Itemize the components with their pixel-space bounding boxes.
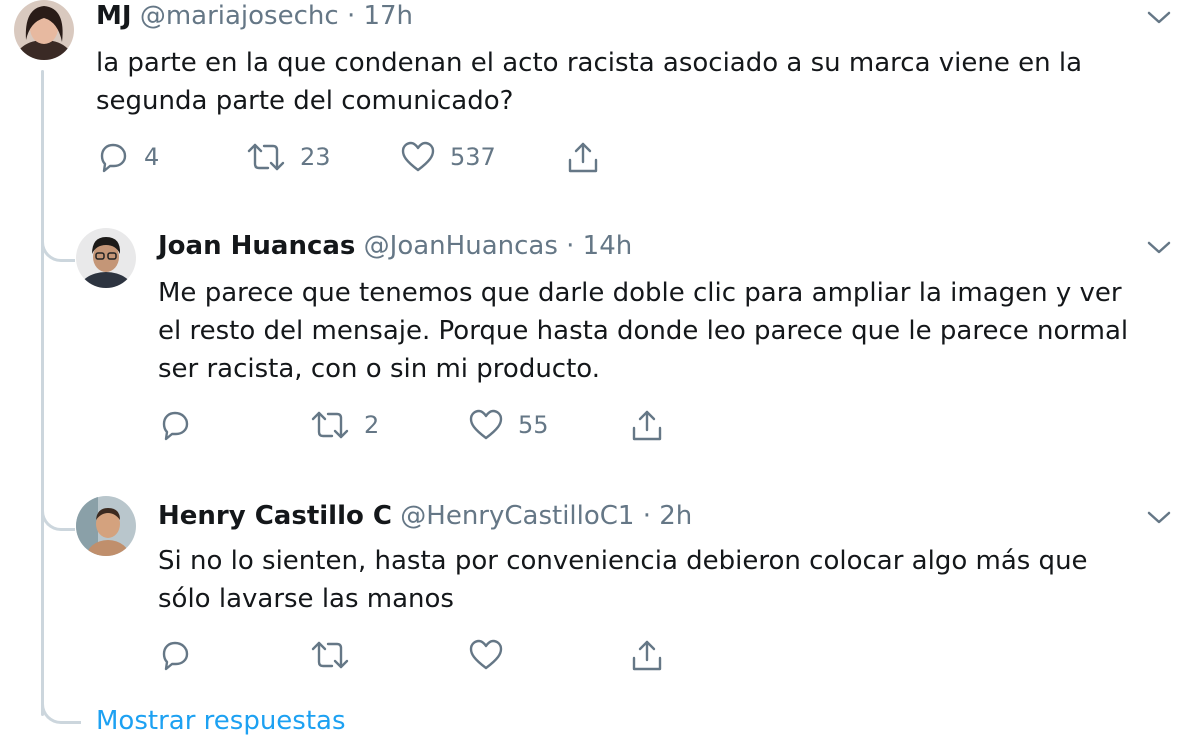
tweet-actions [158,638,698,678]
separator: · [642,501,651,531]
retweet-button[interactable] [310,638,364,672]
tweet-actions: 4 23 537 [96,140,656,180]
display-name[interactable]: Henry Castillo C [158,501,392,531]
share-icon [630,638,664,674]
separator: · [566,231,575,261]
thread-connector [41,690,81,724]
share-button[interactable] [630,408,664,444]
user-handle[interactable]: @HenryCastilloC1 [400,501,634,531]
retweet-icon [310,408,350,442]
retweet-button[interactable]: 2 [310,408,379,442]
timestamp[interactable]: 17h [363,1,413,31]
timestamp[interactable]: 2h [659,501,692,531]
reply-count: 4 [144,143,160,171]
like-button[interactable]: 537 [400,140,496,174]
share-icon [630,408,664,444]
share-button[interactable] [566,140,600,176]
display-name[interactable]: Joan Huancas [158,231,355,261]
retweet-icon [310,638,350,672]
tweet-text: Me parece que tenemos que darle doble cl… [158,278,1129,384]
retweet-count: 2 [364,411,380,439]
reply-button[interactable] [158,408,206,442]
like-icon [468,638,504,672]
avatar[interactable] [76,496,136,556]
tweet-thread: MJ @mariajosechc · 17h la parte en la qu… [0,0,1200,755]
tweet-text: la parte en la que condenan el acto raci… [96,48,1083,116]
reply-button[interactable]: 4 [96,140,159,174]
retweet-button[interactable]: 23 [246,140,331,174]
user-handle[interactable]: @JoanHuancas [364,231,558,261]
like-count: 537 [450,143,496,171]
like-button[interactable] [468,638,518,672]
tweet-mj[interactable]: MJ @mariajosechc · 17h la parte en la qu… [0,0,1200,200]
retweet-icon [246,140,286,174]
like-icon [468,408,504,442]
separator: · [346,1,356,31]
show-replies-link[interactable]: Mostrar respuestas [96,706,346,736]
reply-button[interactable] [158,638,206,672]
avatar[interactable] [76,228,136,288]
share-icon [566,140,600,176]
tweet-text: Si no lo sienten, hasta por conveniencia… [158,546,1088,614]
chevron-down-icon[interactable] [1146,510,1172,530]
retweet-count: 23 [300,143,331,171]
user-handle[interactable]: @mariajosechc [140,1,339,31]
share-button[interactable] [630,638,664,674]
chevron-down-icon[interactable] [1146,240,1172,260]
tweet-actions: 2 55 [158,408,698,448]
display-name[interactable]: MJ [96,1,132,31]
reply-icon [158,408,192,442]
timestamp[interactable]: 14h [583,231,633,261]
chevron-down-icon[interactable] [1146,10,1172,30]
tweet-joan-huancas[interactable]: Joan Huancas @JoanHuancas · 14h Me parec… [0,220,1200,470]
reply-icon [96,140,130,174]
avatar[interactable] [14,0,74,60]
like-count: 55 [518,411,549,439]
tweet-henry-castillo[interactable]: Henry Castillo C @HenryCastilloC1 · 2h S… [0,490,1200,690]
like-button[interactable]: 55 [468,408,549,442]
like-icon [400,140,436,174]
reply-icon [158,638,192,672]
